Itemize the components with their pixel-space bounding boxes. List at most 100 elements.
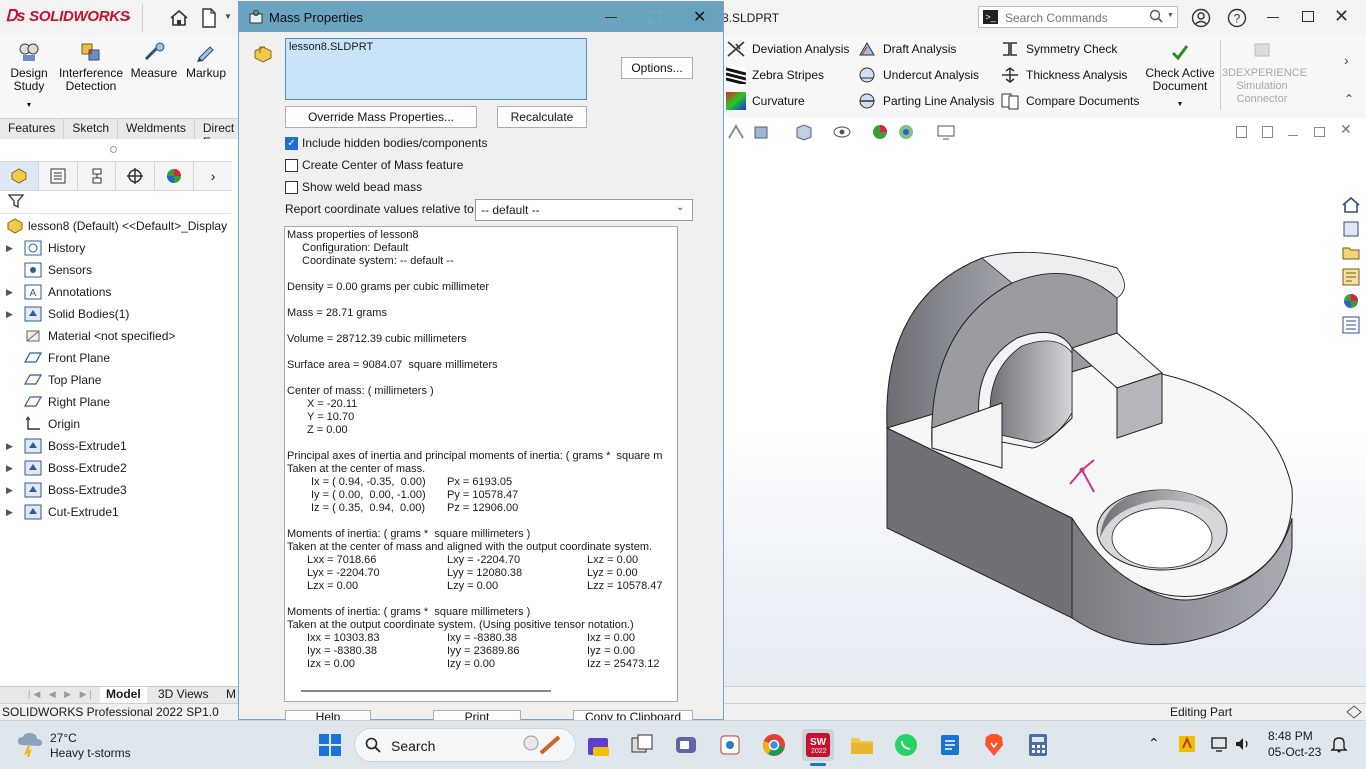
symmetry-check-button[interactable]: Symmetry Check [1000,40,1117,58]
more-tabs-arrow[interactable]: › [194,162,232,190]
dialog-close-icon[interactable]: ✕ [693,7,706,27]
minimize-window-icon[interactable] [1267,17,1279,18]
viewport-tile-icon[interactable] [1236,126,1247,138]
restore-window-icon[interactable] [1302,11,1314,22]
tree-item[interactable]: ▶ Solid Bodies(1) [0,303,232,325]
appearances-scenes-icon[interactable] [1340,290,1362,312]
show-hidden-icons-chevron[interactable]: ⌃ [1148,735,1160,752]
solidworks-resources-icon[interactable] [1340,194,1362,216]
tree-item[interactable]: Top Plane [0,369,232,391]
checkbox-unchecked-icon[interactable] [285,180,298,194]
viewport-restore-icon[interactable] [1314,127,1325,137]
parting-line-analysis-button[interactable]: Parting Line Analysis [857,92,994,110]
dimxpert-manager-tab[interactable] [116,162,156,190]
selected-items-list[interactable]: lesson8.SLDPRT [285,38,587,100]
viewport-close-icon[interactable]: ✕ [1340,121,1352,138]
search-commands-input[interactable] [1003,9,1155,27]
tree-item[interactable]: Right Plane [0,391,232,413]
view-settings-icon[interactable] [936,123,956,144]
tree-item[interactable]: ▶ A Annotations [0,281,232,303]
horizontal-scrollbar-thumb[interactable] [301,690,551,692]
expand-arrow-icon[interactable]: ▶ [6,463,16,474]
checkbox-unchecked-icon[interactable] [285,158,298,172]
tab-3d-views[interactable]: 3D Views [152,687,214,703]
dialog-minimize-icon[interactable] [605,17,617,18]
deviation-analysis-button[interactable]: Deviation Analysis [726,40,849,58]
tree-item[interactable]: Origin [0,413,232,435]
expand-arrow-icon[interactable]: ▶ [6,309,16,320]
taskbar-app-microsoft-store-preview[interactable] [582,729,614,761]
check-active-document-button[interactable]: Check Active Document ▼ [1144,41,1216,111]
help-icon[interactable]: ? [1226,7,1248,29]
clock-time[interactable]: 8:48 PM [1268,729,1313,743]
compare-documents-button[interactable]: Compare Documents [1000,92,1139,110]
expand-arrow-icon[interactable]: ▶ [6,243,16,254]
chevron-right-icon[interactable]: › [1344,52,1349,68]
tree-item[interactable]: Front Plane [0,347,232,369]
taskbar-search-box[interactable]: Search [354,728,576,762]
taskbar-app-whatsapp[interactable] [890,729,922,761]
tree-item[interactable]: ▶ Cut-Extrude1 [0,501,232,523]
file-explorer-icon[interactable] [1340,242,1362,264]
design-study-button[interactable]: Design Study ▼ [6,41,52,112]
clock-date[interactable]: 05-Oct-23 [1268,745,1321,759]
selected-item[interactable]: lesson8.SLDPRT [289,41,373,53]
taskbar-app-solidworks[interactable]: SW 2022 [802,729,834,766]
display-style-icon[interactable] [794,123,814,144]
tab-model[interactable]: Model [100,687,147,703]
view-orientation-icon[interactable] [726,123,746,144]
custom-properties-icon[interactable] [1340,314,1362,336]
view-palette-icon[interactable] [1340,266,1362,288]
expand-arrow-icon[interactable]: ▶ [6,507,16,518]
taskbar-app-file-explorer[interactable] [846,729,878,761]
tree-item[interactable]: Material <not specified> [0,325,232,347]
measure-button[interactable]: Measure [128,41,180,80]
edit-appearance-icon[interactable] [870,123,890,144]
thickness-analysis-button[interactable]: Thickness Analysis [1000,66,1127,84]
include-hidden-bodies-checkbox[interactable]: ✓ Include hidden bodies/components [285,136,487,150]
tree-item[interactable]: ▶ Boss-Extrude1 [0,435,232,457]
3dexperience-simulation-connector-button[interactable]: 3DEXPERIENCE Simulation Connector [1222,41,1307,106]
taskbar-app-brave[interactable] [978,729,1010,761]
check-active-dropdown-icon[interactable]: ▼ [1144,98,1216,111]
menu-expand-arrow-icon[interactable]: › [127,10,131,24]
checkbox-checked-icon[interactable]: ✓ [285,136,298,150]
configuration-manager-tab[interactable] [78,162,117,190]
viewport-split-icon[interactable] [1262,126,1273,138]
tab-direct-editing[interactable]: Direct E [195,119,244,149]
hide-show-items-icon[interactable] [832,123,852,144]
expand-arrow-icon[interactable]: ▶ [6,287,16,298]
3d-part-model[interactable] [872,238,1302,678]
tray-security-icon[interactable] [1178,735,1196,756]
search-commands-box[interactable]: >_ ▼ [978,6,1178,28]
new-document-icon[interactable] [198,7,220,29]
expand-arrow-icon[interactable]: ▶ [6,485,16,496]
property-manager-tab[interactable] [39,162,78,190]
tree-item[interactable]: Sensors [0,259,232,281]
close-window-icon[interactable]: ✕ [1334,6,1349,27]
coordinate-system-select[interactable]: -- default -- ⌄ [475,199,693,221]
zebra-stripes-button[interactable]: Zebra Stripes [726,66,824,84]
draft-analysis-button[interactable]: Draft Analysis [857,40,956,58]
curvature-button[interactable]: Curvature [726,92,805,110]
tree-item[interactable]: ▶ History [0,237,232,259]
display-manager-tab[interactable] [155,162,195,190]
tray-display-icon[interactable] [1210,735,1228,756]
taskbar-app-snipping-tool[interactable] [714,729,746,761]
markup-button[interactable]: Markup [182,41,230,80]
expand-arrow-icon[interactable]: ▶ [6,441,16,452]
taskbar-app-chrome[interactable] [758,729,790,761]
search-icon[interactable] [1149,9,1163,26]
feature-manager-tab[interactable] [0,162,39,190]
undercut-analysis-button[interactable]: Undercut Analysis [857,66,979,84]
tab-features[interactable]: Features [0,119,65,139]
tree-item[interactable]: ▶ Boss-Extrude3 [0,479,232,501]
new-dropdown-icon[interactable]: ▼ [224,12,232,21]
weather-widget[interactable]: 27°C Heavy t-storms [16,729,146,763]
collapse-ribbon-icon[interactable]: ⌃ [1344,92,1354,106]
graphics-area[interactable]: ✕ [722,118,1366,686]
user-account-icon[interactable] [1190,7,1212,29]
notifications-bell-icon[interactable] [1330,735,1348,756]
tab-scroll-arrows[interactable]: |◀ ◀ ▶ ▶| [28,689,98,701]
apply-scene-icon[interactable] [896,123,916,144]
